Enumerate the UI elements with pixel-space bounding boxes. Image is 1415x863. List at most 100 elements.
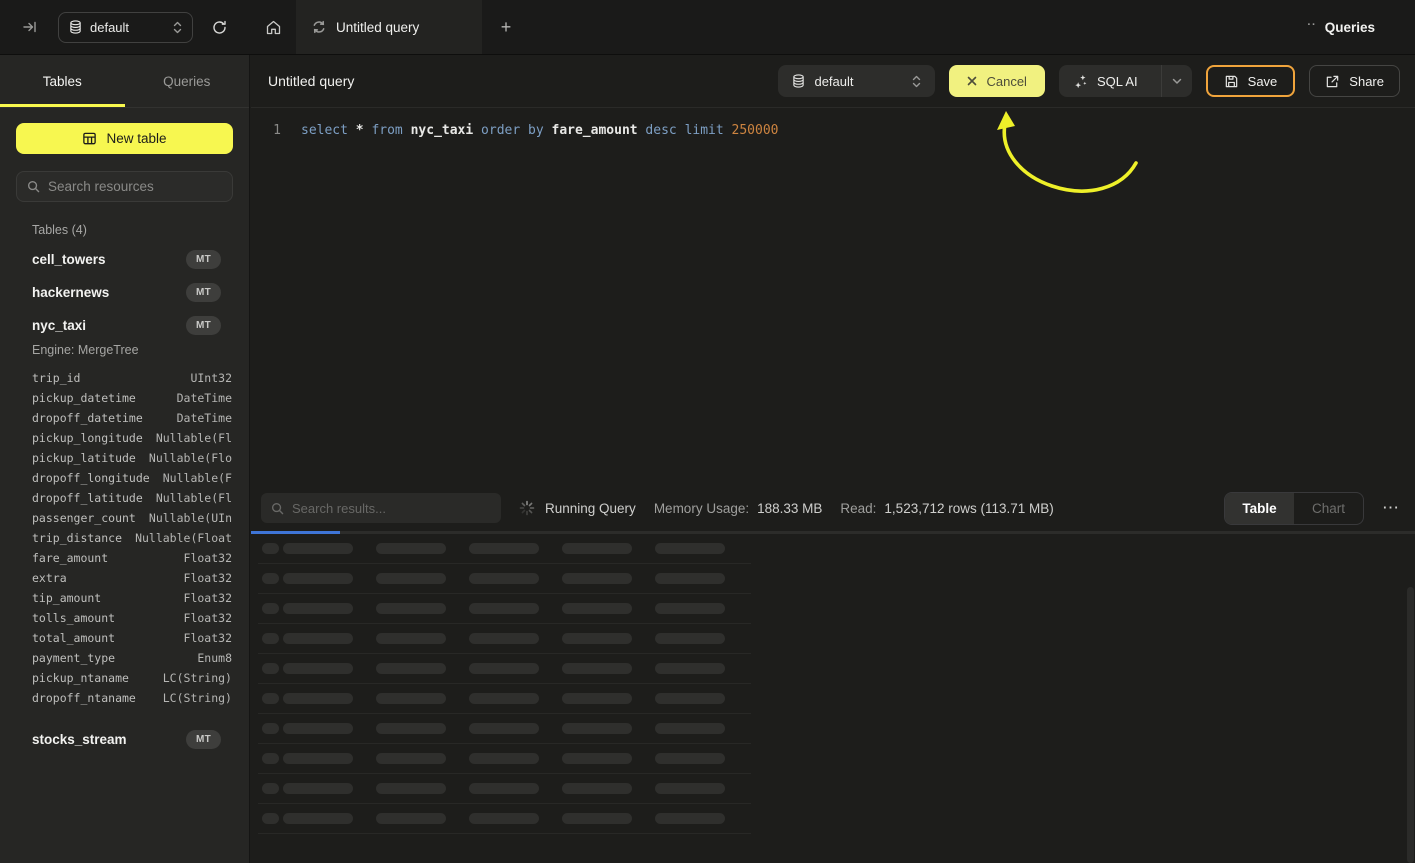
skeleton-pill bbox=[283, 543, 353, 554]
results-toolbar: Running Query Memory Usage: 188.33 MB Re… bbox=[251, 485, 1415, 531]
skeleton-pill bbox=[262, 783, 279, 794]
results-search[interactable] bbox=[261, 493, 501, 523]
column-row[interactable]: trip_idUInt32 bbox=[32, 368, 232, 388]
sql-token: from bbox=[371, 123, 402, 138]
column-type: Nullable(Fl bbox=[156, 491, 232, 505]
skeleton-pill bbox=[283, 693, 353, 704]
table-name: hackernews bbox=[32, 285, 109, 300]
tab-untitled-query[interactable]: Untitled query bbox=[296, 0, 482, 54]
sql-token: 250000 bbox=[732, 123, 779, 138]
column-type: Nullable(Float bbox=[135, 531, 232, 545]
column-name: trip_id bbox=[32, 371, 80, 385]
column-row[interactable]: dropoff_latitudeNullable(Fl bbox=[32, 488, 232, 508]
database-selector[interactable]: default bbox=[58, 12, 193, 43]
column-row[interactable]: dropoff_longitudeNullable(F bbox=[32, 468, 232, 488]
sql-token: desc bbox=[645, 123, 676, 138]
column-type: LC(String) bbox=[163, 671, 232, 685]
cancel-button[interactable]: Cancel bbox=[949, 65, 1044, 97]
column-row[interactable]: pickup_datetimeDateTime bbox=[32, 388, 232, 408]
dots-icon: ·· bbox=[1307, 19, 1316, 31]
toggle-chart[interactable]: Chart bbox=[1294, 493, 1363, 524]
refresh-icon[interactable] bbox=[207, 15, 232, 40]
collapse-sidebar-icon[interactable] bbox=[18, 15, 42, 39]
top-bar: default Untitled query + ·· Queries bbox=[0, 0, 1415, 55]
database-icon bbox=[792, 74, 805, 88]
sql-ai-dropdown[interactable] bbox=[1161, 65, 1192, 97]
skeleton-pill bbox=[469, 813, 539, 824]
column-row[interactable]: pickup_ntanameLC(String) bbox=[32, 668, 232, 688]
column-list: trip_idUInt32pickup_datetimeDateTimedrop… bbox=[16, 366, 233, 708]
skeleton-pill bbox=[283, 663, 353, 674]
resource-search[interactable] bbox=[16, 171, 233, 202]
results-scrollbar[interactable] bbox=[1407, 587, 1414, 863]
column-row[interactable]: tip_amountFloat32 bbox=[32, 588, 232, 608]
skeleton-pill bbox=[655, 693, 725, 704]
sql-token: * bbox=[356, 123, 364, 138]
skeleton-pill bbox=[283, 633, 353, 644]
query-database-selector[interactable]: default bbox=[778, 65, 935, 97]
sql-token: fare_amount bbox=[552, 123, 638, 138]
new-table-label: New table bbox=[106, 131, 166, 146]
column-row[interactable]: total_amountFloat32 bbox=[32, 628, 232, 648]
sql-ai-main[interactable]: SQL AI bbox=[1059, 65, 1152, 97]
more-options-button[interactable]: ⋯ bbox=[1382, 503, 1400, 513]
read-label: Read: bbox=[840, 501, 876, 516]
column-row[interactable]: dropoff_ntanameLC(String) bbox=[32, 688, 232, 708]
column-row[interactable]: passenger_countNullable(UIn bbox=[32, 508, 232, 528]
queries-link[interactable]: ·· Queries bbox=[1307, 0, 1415, 54]
sidebar-tab-queries[interactable]: Queries bbox=[125, 55, 250, 107]
column-row[interactable]: pickup_latitude Nullable(Flo bbox=[32, 448, 232, 468]
search-results-input[interactable] bbox=[292, 501, 491, 516]
sql-token bbox=[544, 123, 552, 138]
table-row-stocks-stream[interactable]: stocks_stream MT bbox=[16, 723, 233, 756]
column-type: Enum8 bbox=[197, 651, 232, 665]
search-resources-input[interactable] bbox=[48, 179, 225, 194]
sidebar-body: New table Tables (4) cell_towers MT hack… bbox=[0, 108, 249, 756]
skeleton-pill bbox=[655, 543, 725, 554]
chevron-updown-icon bbox=[912, 75, 921, 88]
column-row[interactable]: pickup_longitudeNullable(Fl bbox=[32, 428, 232, 448]
sql-editor[interactable]: 1 select * from nyc_taxi order by fare_a… bbox=[251, 108, 1415, 485]
skeleton-pill bbox=[283, 573, 353, 584]
save-button[interactable]: Save bbox=[1206, 65, 1296, 97]
query-header: Untitled query default Cancel bbox=[251, 55, 1415, 108]
column-row[interactable]: fare_amountFloat32 bbox=[32, 548, 232, 568]
share-button[interactable]: Share bbox=[1309, 65, 1400, 97]
skeleton-pill bbox=[655, 573, 725, 584]
new-table-icon bbox=[82, 131, 97, 146]
sql-token bbox=[473, 123, 481, 138]
home-button[interactable] bbox=[250, 0, 296, 54]
sidebar-tab-queries-label: Queries bbox=[163, 74, 210, 89]
sidebar-tab-tables[interactable]: Tables bbox=[0, 55, 125, 107]
results-skeleton bbox=[258, 534, 751, 834]
skeleton-pill bbox=[376, 633, 446, 644]
engine-info: Engine: MergeTree bbox=[16, 343, 233, 357]
new-tab-button[interactable]: + bbox=[482, 0, 530, 54]
column-row[interactable]: extraFloat32 bbox=[32, 568, 232, 588]
skeleton-pill bbox=[283, 783, 353, 794]
skeleton-pill bbox=[469, 723, 539, 734]
column-row[interactable]: dropoff_datetimeDateTime bbox=[32, 408, 232, 428]
column-row[interactable]: payment_typeEnum8 bbox=[32, 648, 232, 668]
sql-token bbox=[724, 123, 732, 138]
column-name: pickup_latitude bbox=[32, 451, 136, 465]
table-row-hackernews[interactable]: hackernews MT bbox=[16, 276, 233, 309]
column-row[interactable]: trip_distanceNullable(Float bbox=[32, 528, 232, 548]
table-row-nyc-taxi[interactable]: nyc_taxi MT bbox=[16, 309, 233, 342]
skeleton-pill bbox=[376, 573, 446, 584]
toggle-table[interactable]: Table bbox=[1225, 493, 1294, 524]
column-name: total_amount bbox=[32, 631, 115, 645]
cancel-label: Cancel bbox=[986, 74, 1026, 89]
column-type: Nullable(Flo bbox=[149, 451, 232, 465]
new-table-button[interactable]: New table bbox=[16, 123, 233, 154]
skeleton-pill bbox=[562, 663, 632, 674]
memory-value: 188.33 MB bbox=[757, 501, 822, 516]
sql-ai-button[interactable]: SQL AI bbox=[1059, 65, 1192, 97]
share-icon bbox=[1325, 74, 1340, 89]
skeleton-pill bbox=[469, 693, 539, 704]
query-title: Untitled query bbox=[268, 73, 354, 89]
column-row[interactable]: tolls_amountFloat32 bbox=[32, 608, 232, 628]
sql-code-line: 1 select * from nyc_taxi order by fare_a… bbox=[251, 108, 1415, 140]
skeleton-pill bbox=[562, 603, 632, 614]
table-row-cell-towers[interactable]: cell_towers MT bbox=[16, 243, 233, 276]
